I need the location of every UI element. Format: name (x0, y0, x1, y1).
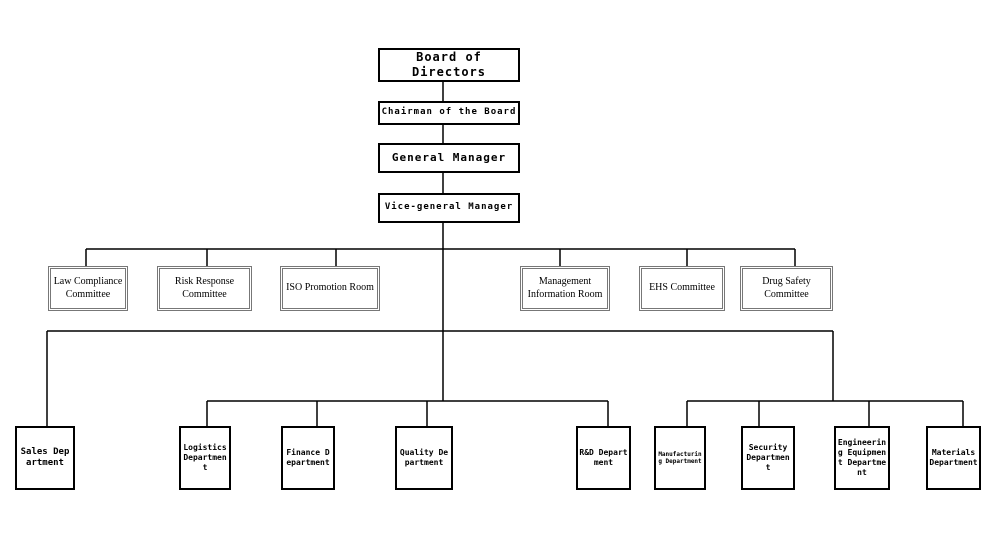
board-of-directors-box: Board of Directors (378, 48, 520, 82)
dept-rnd: R&D Department (576, 426, 631, 490)
general-manager-box: General Manager (378, 143, 520, 173)
dept-quality: Quality Department (395, 426, 453, 490)
committee-law-compliance: Law Compliance Committee (48, 266, 128, 311)
dept-logistics: Logistics Department (179, 426, 231, 490)
committee-drug-safety: Drug Safety Committee (740, 266, 833, 311)
committee-ehs: EHS Committee (639, 266, 725, 311)
dept-sales: Sales Department (15, 426, 75, 490)
vice-general-manager-box: Vice-general Manager (378, 193, 520, 223)
dept-finance: Finance Department (281, 426, 335, 490)
committee-iso-promotion: ISO Promotion Room (280, 266, 380, 311)
dept-security: Security Department (741, 426, 795, 490)
dept-manufacturing: Manufacturing Department (654, 426, 706, 490)
chairman-box: Chairman of the Board (378, 101, 520, 125)
committee-management-information: Management Information Room (520, 266, 610, 311)
dept-materials: Materials Department (926, 426, 981, 490)
committee-risk-response: Risk Response Committee (157, 266, 252, 311)
dept-engineering-equipment: Engineering Equipment Department (834, 426, 890, 490)
